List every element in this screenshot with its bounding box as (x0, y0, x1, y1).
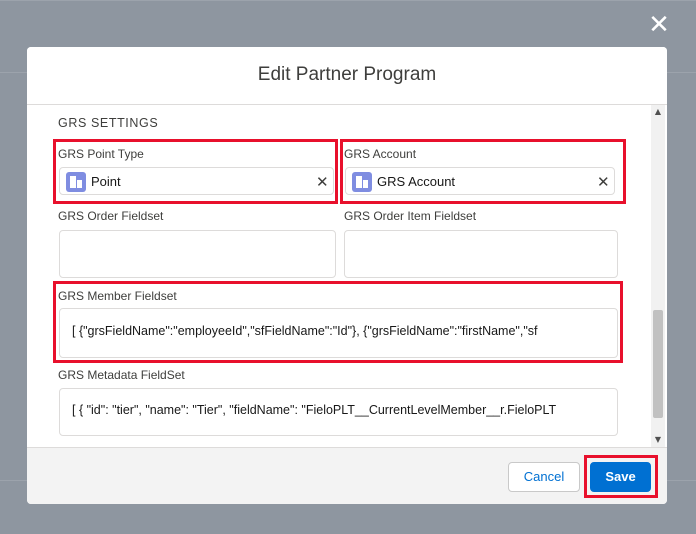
grs-member-fieldset-label: GRS Member Fieldset (58, 289, 177, 303)
scrollbar-thumb[interactable] (653, 310, 663, 418)
grs-member-fieldset-value: [ {"grsFieldName":"employeeId","sfFieldN… (72, 324, 538, 338)
chevron-down-icon[interactable]: ▼ (651, 433, 665, 447)
grs-order-fieldset-label: GRS Order Fieldset (58, 209, 164, 223)
save-button[interactable]: Save (590, 462, 651, 492)
grs-account-lookup[interactable]: GRS Account ✕ (345, 167, 615, 195)
grs-point-type-lookup[interactable]: Point ✕ (59, 167, 334, 195)
clear-icon[interactable]: ✕ (316, 173, 329, 191)
grs-account-label: GRS Account (344, 147, 417, 161)
grs-metadata-fieldset-label: GRS Metadata FieldSet (58, 368, 185, 382)
grs-order-fieldset-input[interactable] (59, 230, 336, 278)
cancel-button[interactable]: Cancel (508, 462, 580, 492)
record-icon (66, 172, 86, 192)
clear-icon[interactable]: ✕ (597, 173, 610, 191)
scrollbar[interactable]: ▲ ▼ (651, 105, 665, 447)
grs-metadata-fieldset-input[interactable]: [ { "id": "tier", "name": "Tier", "field… (59, 388, 618, 436)
grs-metadata-fieldset-value: [ { "id": "tier", "name": "Tier", "field… (72, 403, 557, 417)
close-icon[interactable]: ✕ (646, 12, 672, 38)
grs-account-value: GRS Account (377, 174, 456, 189)
modal-header: Edit Partner Program (27, 47, 667, 105)
grs-point-type-label: GRS Point Type (58, 147, 144, 161)
modal-body[interactable]: GRS SETTINGS GRS Point Type Point ✕ GRS … (27, 105, 667, 447)
edit-modal: Edit Partner Program GRS SETTINGS GRS Po… (27, 47, 667, 504)
background-divider (0, 0, 696, 1)
section-title: GRS SETTINGS (58, 116, 159, 130)
chevron-up-icon[interactable]: ▲ (651, 105, 665, 119)
grs-order-item-fieldset-input[interactable] (344, 230, 618, 278)
modal-title: Edit Partner Program (257, 64, 437, 85)
modal-footer: Cancel Save (27, 447, 667, 504)
grs-order-item-fieldset-label: GRS Order Item Fieldset (344, 209, 477, 223)
grs-member-fieldset-input[interactable]: [ {"grsFieldName":"employeeId","sfFieldN… (59, 308, 618, 358)
record-icon (352, 172, 372, 192)
grs-point-type-value: Point (91, 174, 121, 189)
